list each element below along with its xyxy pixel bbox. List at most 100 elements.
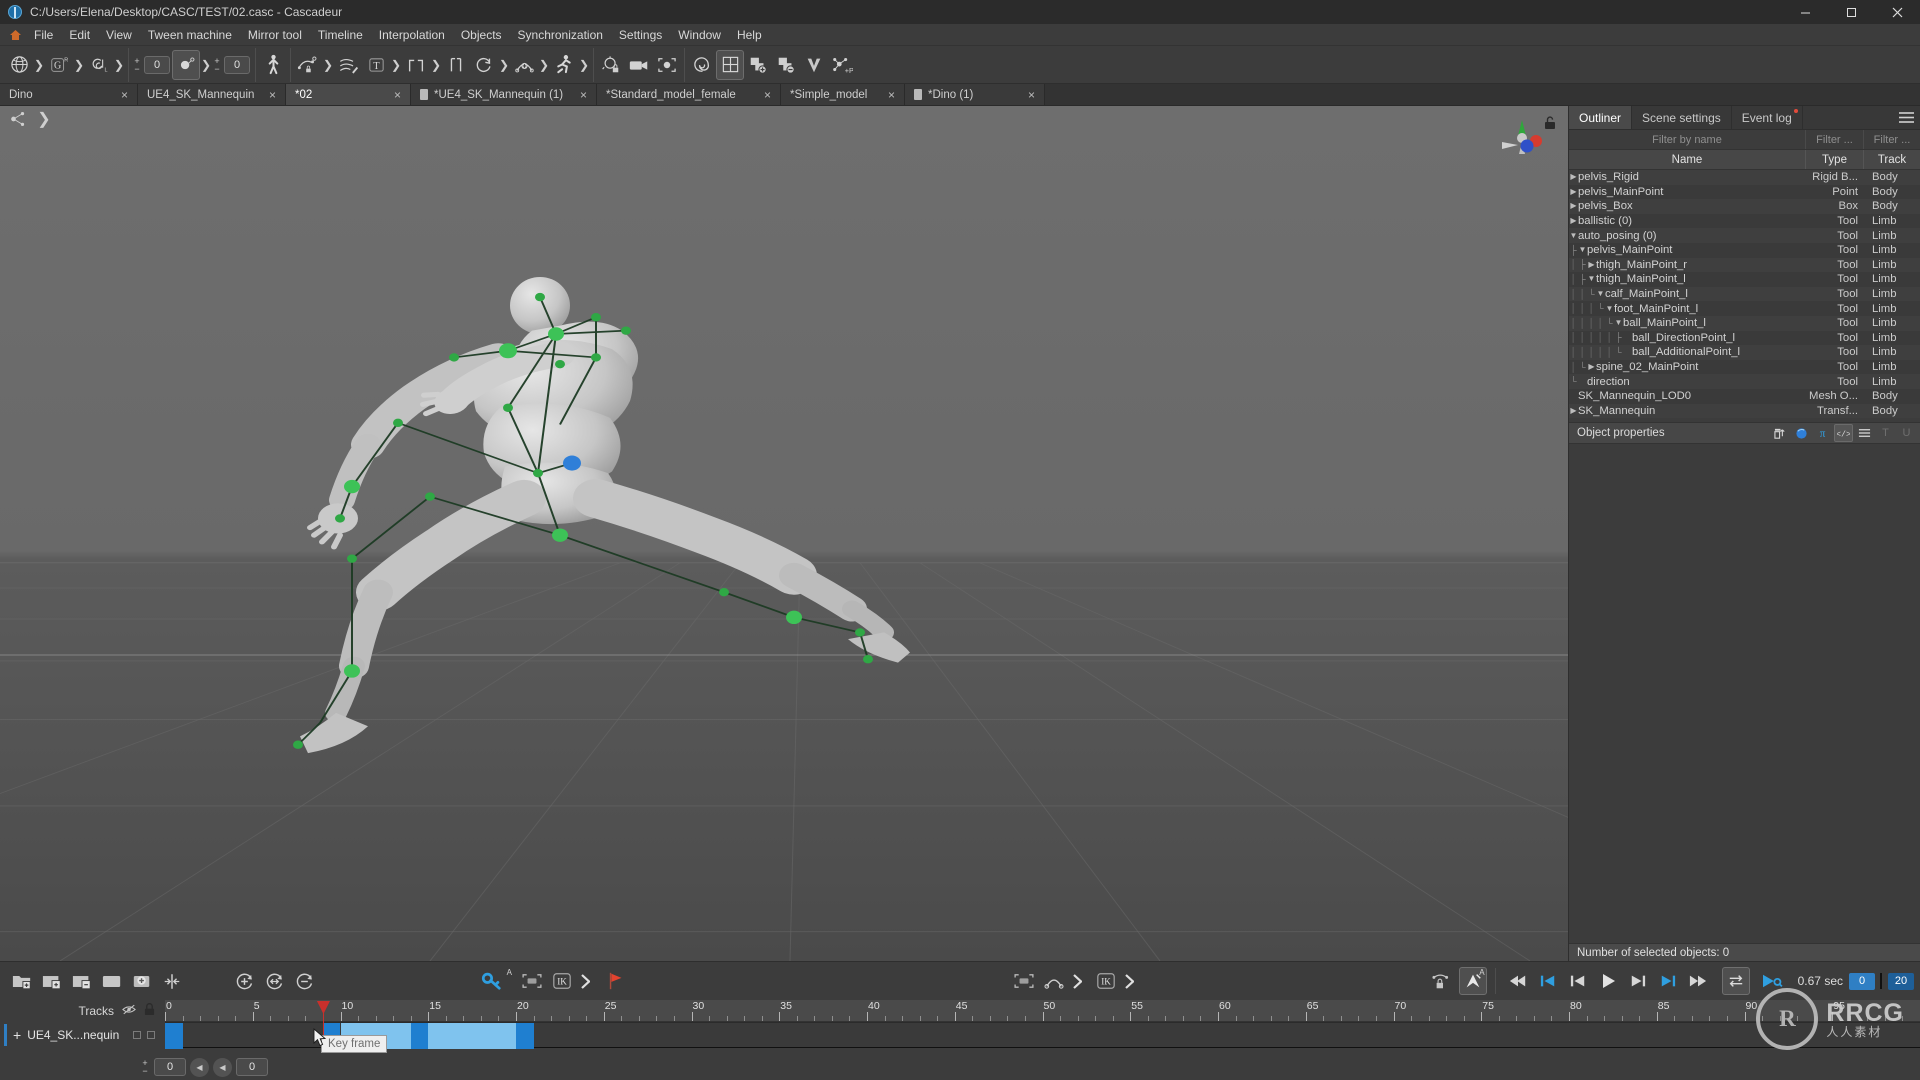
fast-forward-icon[interactable] bbox=[1684, 967, 1712, 995]
motion-trail-edit-icon[interactable] bbox=[334, 50, 362, 80]
play-icon[interactable] bbox=[1594, 967, 1622, 995]
chevron-down-icon[interactable]: ▼ bbox=[1569, 231, 1578, 240]
key-count-value-left[interactable]: 0 bbox=[144, 55, 170, 74]
menu-objects[interactable]: Objects bbox=[453, 26, 510, 44]
tab-standard-model-female[interactable]: *Standard_model_female × bbox=[597, 84, 781, 105]
chevron-right-icon[interactable]: ❯ bbox=[73, 50, 85, 80]
viewport-3d[interactable]: ❯ bbox=[0, 106, 1568, 961]
remove-track-icon[interactable] bbox=[68, 967, 96, 995]
menu-edit[interactable]: Edit bbox=[61, 26, 98, 44]
tab-scene-settings[interactable]: Scene settings bbox=[1632, 106, 1732, 129]
outliner-row[interactable]: │ │ │ │ └ ▼ ball_MainPoint_l Tool Limb bbox=[1569, 315, 1920, 331]
cycle-mirror-icon[interactable] bbox=[260, 967, 288, 995]
maximize-icon[interactable] bbox=[1828, 0, 1874, 24]
grid-icon[interactable] bbox=[716, 49, 744, 80]
minimize-icon[interactable] bbox=[1782, 0, 1828, 24]
tab-dino-1[interactable]: *Dino (1) × bbox=[905, 84, 1045, 105]
text-tool-icon[interactable]: T bbox=[362, 50, 390, 80]
property-tab-t[interactable]: T bbox=[1876, 424, 1895, 442]
chevron-right-icon[interactable]: ▶ bbox=[1587, 363, 1596, 371]
timeline-ruler[interactable]: 0 5 10 15 20 25 30 35 40 45 50 55 60 65 70 75 80 85 90 95 bbox=[165, 1000, 1920, 1022]
menu-help[interactable]: Help bbox=[729, 26, 770, 44]
menu-window[interactable]: Window bbox=[670, 26, 729, 44]
chevron-right-icon[interactable]: ❯ bbox=[498, 50, 510, 80]
tab-close-icon[interactable]: × bbox=[1014, 88, 1035, 102]
outliner-row[interactable]: SK_Mannequin_LOD0 Mesh O... Body bbox=[1569, 388, 1920, 404]
bracket-corner-icon[interactable] bbox=[402, 50, 430, 80]
track-checkbox-1[interactable] bbox=[133, 1031, 142, 1039]
add-point-icon[interactable]: +P bbox=[828, 50, 856, 80]
add-layer-icon[interactable] bbox=[744, 50, 772, 80]
outliner-tree[interactable]: ▶ pelvis_Rigid Rigid B... Body ▶ pelvis_MainP… bbox=[1569, 170, 1920, 419]
globe-rig-icon[interactable] bbox=[5, 50, 33, 80]
outliner-row[interactable]: ▶ pelvis_MainPoint Point Body bbox=[1569, 184, 1920, 200]
code-icon[interactable]: </> bbox=[1834, 424, 1853, 443]
physics-lock-icon[interactable] bbox=[597, 50, 625, 80]
prev-frame-icon[interactable] bbox=[1564, 967, 1592, 995]
chevron-right-icon[interactable]: ❯ bbox=[538, 50, 550, 80]
outliner-row[interactable]: └ direction Tool Limb bbox=[1569, 374, 1920, 389]
outliner-row[interactable]: │ ├ ▼ thigh_MainPoint_l Tool Limb bbox=[1569, 272, 1920, 287]
chevron-right-icon[interactable]: ❯ bbox=[390, 50, 402, 80]
flag-icon[interactable] bbox=[602, 967, 630, 995]
tab-close-icon[interactable]: × bbox=[380, 88, 401, 102]
chevron-down-icon[interactable]: ▼ bbox=[1605, 304, 1614, 313]
add-track-icon[interactable] bbox=[38, 967, 66, 995]
keyframe-block[interactable] bbox=[516, 1023, 534, 1049]
rig-nodes-icon[interactable] bbox=[8, 110, 28, 128]
outliner-row[interactable]: │ │ └ ▼ calf_MainPoint_l Tool Limb bbox=[1569, 286, 1920, 302]
menu-interpolation[interactable]: Interpolation bbox=[371, 26, 453, 44]
track-row-header[interactable]: + UE4_SK...nequin bbox=[0, 1022, 165, 1048]
tab-close-icon[interactable]: × bbox=[756, 88, 771, 102]
tab-outliner[interactable]: Outliner bbox=[1569, 106, 1633, 129]
remove-layer-icon[interactable] bbox=[772, 50, 800, 80]
camera-icon[interactable] bbox=[625, 50, 653, 80]
track-checkbox-2[interactable] bbox=[147, 1031, 156, 1039]
tab-event-log[interactable]: Event log bbox=[1732, 106, 1803, 129]
chevron-right-icon[interactable]: ▶ bbox=[1569, 202, 1578, 210]
prev-step-button-2[interactable]: ◀ bbox=[213, 1057, 232, 1077]
plus-minus-icon[interactable]: + − bbox=[132, 56, 142, 73]
keyframe-block[interactable] bbox=[410, 1023, 429, 1049]
chevron-right-icon[interactable]: ▶ bbox=[1569, 406, 1578, 415]
chevron-right-icon[interactable]: ▶ bbox=[1569, 187, 1578, 196]
outliner-row[interactable]: │ │ │ │ │ └ ball_AdditionalPoint_l Tool Limb bbox=[1569, 345, 1920, 360]
curve-key-lock-icon[interactable] bbox=[294, 50, 322, 80]
footer-value-a[interactable]: 0 bbox=[154, 1058, 186, 1076]
dot-filled-icon[interactable] bbox=[172, 49, 200, 80]
cycle-remove-icon[interactable] bbox=[290, 967, 318, 995]
tab-dino[interactable]: Dino × bbox=[0, 84, 138, 105]
chevron-down-icon[interactable]: ▼ bbox=[1587, 275, 1596, 283]
chevron-right-icon[interactable]: ❯ bbox=[430, 50, 442, 80]
add-property-icon[interactable] bbox=[1771, 424, 1790, 442]
timeline-keyframe-strip[interactable]: Key frame 9 bbox=[165, 1000, 1920, 1053]
outliner-row[interactable]: │ └ ▶ spine_02_MainPoint Tool Limb bbox=[1569, 359, 1920, 375]
jump-start-icon[interactable] bbox=[1534, 967, 1562, 995]
outliner-row[interactable]: ▶ SK_Mannequin Transf... Body bbox=[1569, 403, 1920, 419]
spiral-icon[interactable] bbox=[688, 50, 716, 80]
chevron-down-icon[interactable]: ▼ bbox=[1596, 290, 1605, 298]
chevron-right-icon[interactable]: ▶ bbox=[1587, 260, 1596, 269]
outliner-row[interactable]: │ ├ ▶ thigh_MainPoint_r Tool Limb bbox=[1569, 257, 1920, 273]
tab-ue4-sk-mannequin-1[interactable]: *UE4_SK_Mannequin (1) × bbox=[411, 84, 597, 105]
select-box-icon[interactable] bbox=[518, 967, 546, 995]
tab-ue4-sk-mannequin[interactable]: UE4_SK_Mannequin × bbox=[138, 84, 286, 105]
menu-file[interactable]: File bbox=[26, 26, 61, 44]
plus-minus-icon[interactable]: + − bbox=[140, 1059, 150, 1076]
plus-icon[interactable]: + bbox=[13, 1028, 21, 1042]
chevron-right-icon[interactable]: ❯ bbox=[578, 50, 590, 80]
chevron-right-icon[interactable]: ❯ bbox=[322, 50, 334, 80]
menu-tween-machine[interactable]: Tween machine bbox=[140, 26, 240, 44]
tab-close-icon[interactable]: × bbox=[572, 88, 587, 102]
filter-name-input[interactable]: Filter by name bbox=[1569, 130, 1806, 149]
track-icon[interactable] bbox=[98, 967, 126, 995]
keyframe-block[interactable] bbox=[165, 1023, 183, 1049]
chevron-right-icon[interactable]: ❯ bbox=[33, 50, 45, 80]
outliner-row[interactable]: ▶ ballistic (0) Tool Limb bbox=[1569, 213, 1920, 229]
filter-type-input[interactable]: Filter ... bbox=[1806, 130, 1864, 149]
cycle-add-icon[interactable] bbox=[230, 967, 258, 995]
outliner-row[interactable]: ▶ pelvis_Box Box Body bbox=[1569, 199, 1920, 214]
key-count-value-right[interactable]: 0 bbox=[224, 55, 250, 74]
menu-synchronization[interactable]: Synchronization bbox=[510, 26, 611, 44]
chevron-right-icon[interactable] bbox=[1122, 967, 1136, 995]
